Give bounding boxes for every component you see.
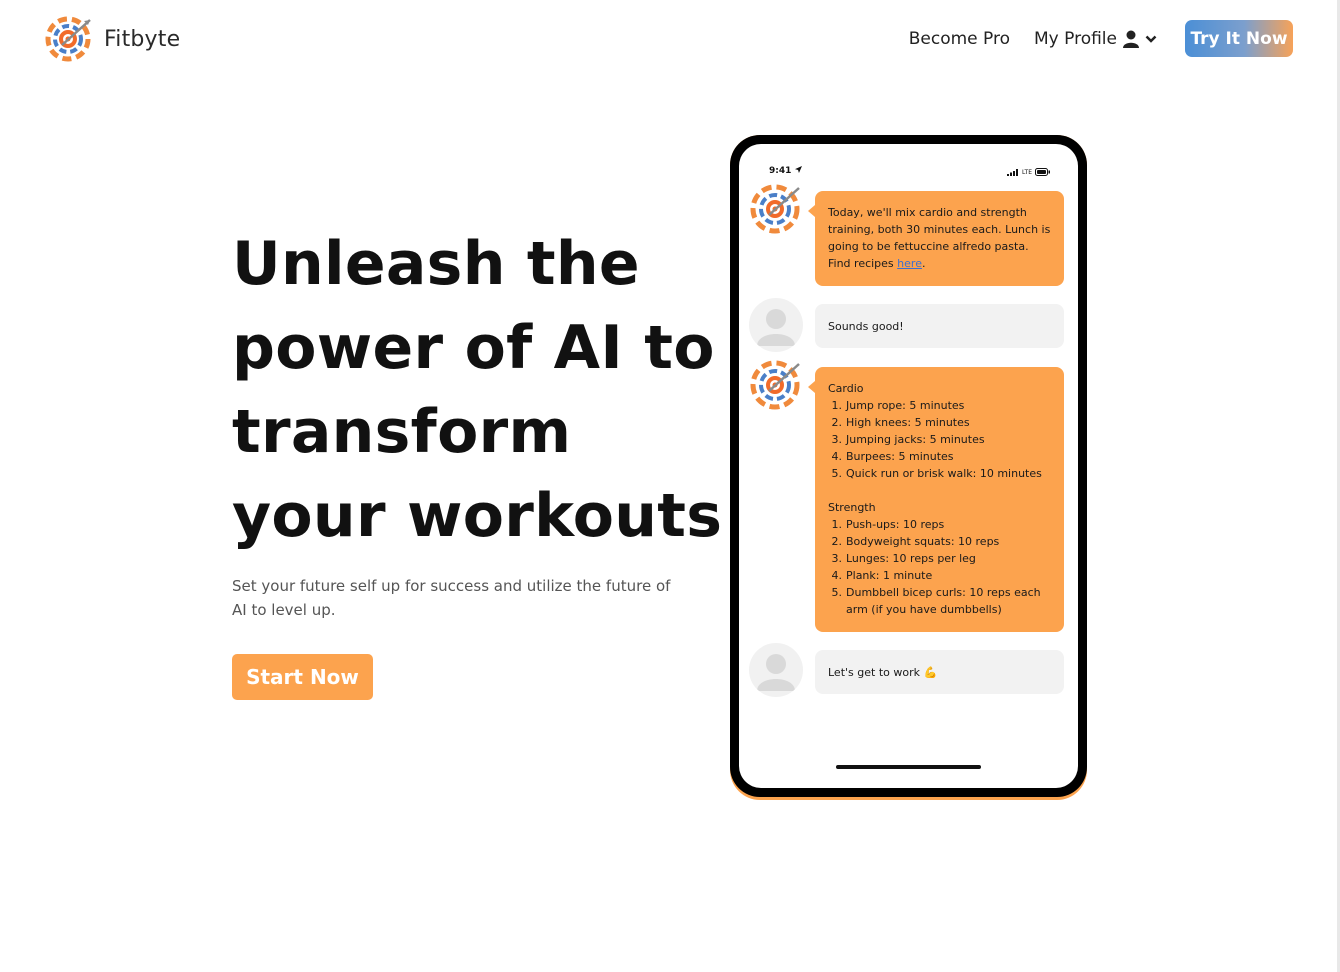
status-time-text: 9:41 — [769, 166, 792, 176]
list-item: 3. Jumping jacks: 5 minutes — [831, 433, 985, 446]
cardio-heading: Cardio — [828, 382, 864, 395]
my-profile-menu[interactable]: My Profile — [1034, 29, 1157, 49]
list-item: 5. Dumbbell bicep curls: 10 reps each arm… — [831, 586, 1041, 616]
cardio-list: 1. Jump rope: 5 minutes 2. High knees: 5 m… — [828, 397, 1051, 482]
status-time: 9:41 — [769, 166, 802, 176]
user-avatar — [749, 643, 803, 697]
hero-title-line: transform — [232, 397, 572, 467]
user-icon — [1123, 30, 1139, 48]
ai-avatar — [749, 357, 803, 411]
list-item: 2. Bodyweight squats: 10 reps — [831, 535, 1000, 548]
ai-workout-plan: Cardio 1. Jump rope: 5 minutes 2. High kne… — [808, 367, 1064, 632]
try-it-now-button[interactable]: Try It Now — [1185, 20, 1293, 57]
fitbyte-logo-icon — [750, 360, 800, 410]
ai-message-end: . — [921, 257, 926, 270]
brand-logo-link[interactable]: Fitbyte — [44, 16, 180, 62]
ai-avatar — [749, 181, 803, 235]
hero-title-line: Unleash the — [232, 229, 640, 299]
phone-mockup: 9:41 LTE Today, we'll mix cardio and str… — [730, 135, 1087, 800]
recipes-link[interactable]: here — [897, 257, 922, 270]
hero-title-line: power of AI to — [232, 313, 715, 383]
signal-bars-icon — [1007, 168, 1019, 176]
location-arrow-icon — [794, 166, 802, 173]
start-now-button[interactable]: Start Now — [232, 654, 373, 700]
user-message: Let's get to work 💪 — [815, 650, 1064, 694]
list-item: 3. Lunges: 10 reps per leg — [831, 552, 976, 565]
hero-title: Unleash the power of AI to transform you… — [232, 222, 723, 558]
user-message: Sounds good! — [815, 304, 1064, 348]
status-indicators: LTE — [1007, 168, 1050, 176]
become-pro-link[interactable]: Become Pro — [909, 29, 1010, 49]
fitbyte-logo-icon — [45, 16, 91, 62]
phone-screen: 9:41 LTE Today, we'll mix cardio and str… — [739, 144, 1078, 788]
status-bar: 9:41 LTE — [739, 166, 1078, 180]
strength-heading: Strength — [828, 501, 876, 514]
list-item: 4. Plank: 1 minute — [831, 569, 933, 582]
home-indicator — [836, 765, 981, 769]
list-item: 4. Burpees: 5 minutes — [831, 450, 954, 463]
user-avatar-icon — [757, 309, 795, 346]
strength-list: 1. Push-ups: 10 reps 2. Bodyweight squats:… — [828, 516, 1051, 618]
list-item: 2. High knees: 5 minutes — [831, 416, 970, 429]
top-nav: Become Pro My Profile Try It Now — [909, 20, 1293, 57]
list-item: 1. Jump rope: 5 minutes — [831, 399, 965, 412]
user-message-text: Sounds good! — [828, 319, 904, 333]
battery-icon — [1035, 168, 1050, 176]
ai-message: Today, we'll mix cardio and strength tra… — [808, 191, 1064, 286]
list-item: 1. Push-ups: 10 reps — [831, 518, 945, 531]
list-item: 5. Quick run or brisk walk: 10 minutes — [831, 467, 1042, 480]
hero-subtitle: Set your future self up for success and … — [232, 577, 671, 619]
phone-frame: 9:41 LTE Today, we'll mix cardio and str… — [730, 135, 1087, 797]
my-profile-label: My Profile — [1034, 28, 1117, 49]
user-message-text: Let's get to work 💪 — [828, 665, 938, 679]
hero-title-line: your workouts — [232, 481, 723, 551]
network-label: LTE — [1022, 168, 1032, 176]
chevron-down-icon — [1145, 35, 1157, 43]
ai-message-text: Today, we'll mix cardio and strength tra… — [828, 206, 1051, 270]
user-avatar — [749, 298, 803, 352]
user-avatar-icon — [757, 654, 795, 691]
brand-name: Fitbyte — [104, 26, 181, 52]
fitbyte-logo-icon — [750, 184, 800, 234]
